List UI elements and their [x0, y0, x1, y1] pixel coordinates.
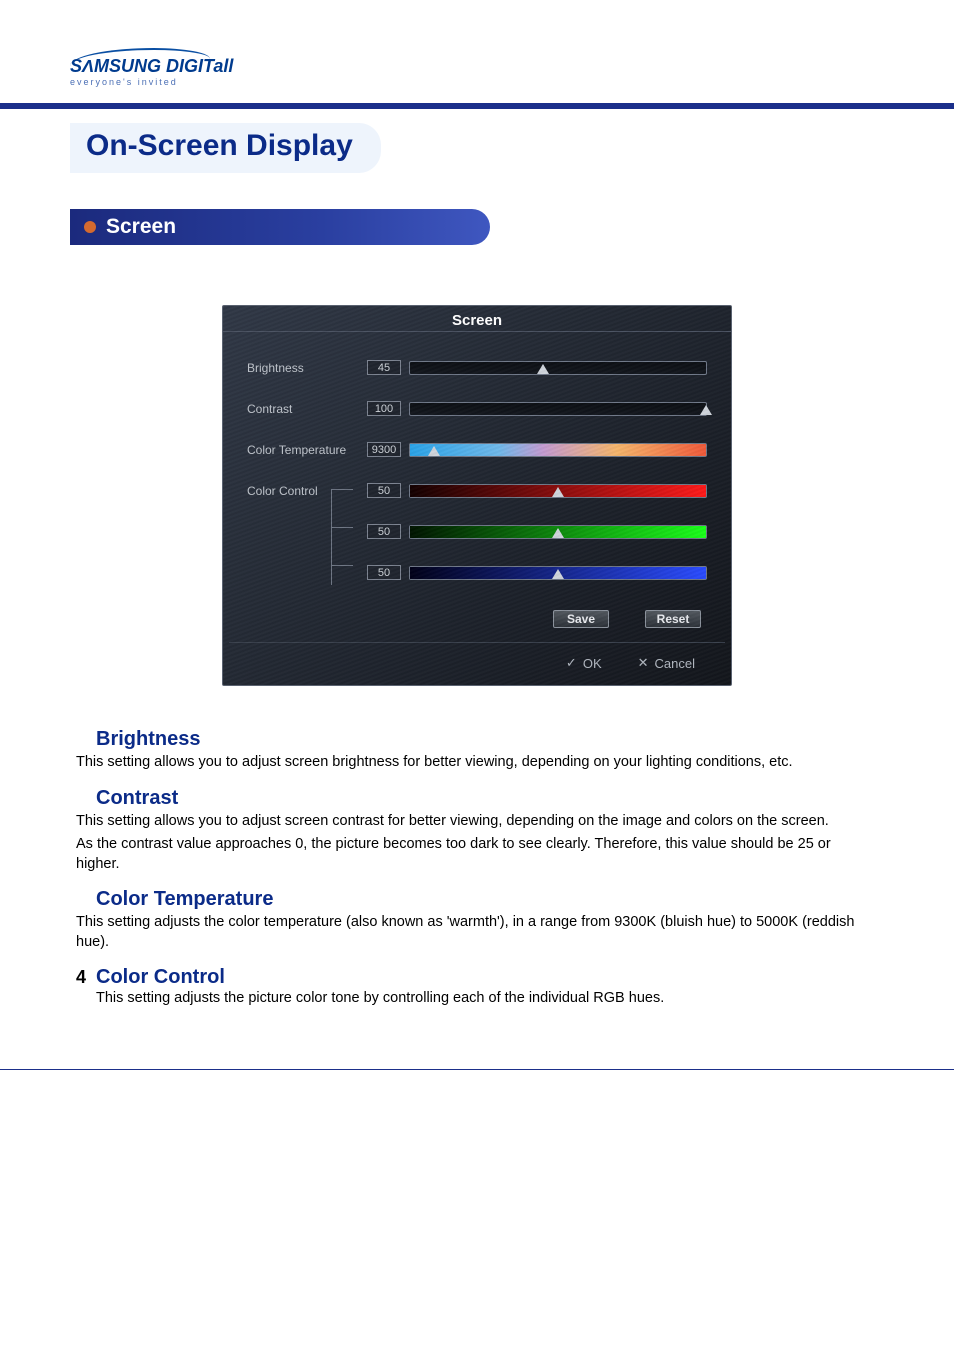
brightness-value: 45 [367, 360, 401, 375]
cc-green-slider[interactable] [409, 525, 707, 539]
close-icon: ✕ [638, 655, 649, 671]
desc-colortemp-title: Color Temperature [96, 888, 878, 911]
color-temp-value: 9300 [367, 442, 401, 457]
desc-colorcontrol-heading: 4 Color Control [76, 966, 878, 989]
contrast-label: Contrast [247, 402, 367, 416]
desc-colorcontrol-title: Color Control [96, 966, 225, 989]
contrast-slider[interactable] [409, 402, 707, 416]
page-title-pill: On-Screen Display [70, 123, 381, 173]
brand-name: SΛMSUNG DIGITall [70, 56, 884, 77]
desc-colorcontrol-text: This setting adjusts the picture color t… [96, 989, 878, 1009]
desc-contrast-p2: As the contrast value approaches 0, the … [76, 835, 878, 874]
color-temp-row: Color Temperature 9300 [223, 438, 731, 461]
ok-label: OK [583, 656, 602, 671]
brand-tagline: everyone's invited [70, 77, 884, 87]
contrast-row: Contrast 100 [223, 397, 731, 420]
color-control-group: Color Control 50 50 [223, 479, 731, 584]
contrast-value: 100 [367, 401, 401, 416]
brand-logo: SΛMSUNG DIGITall everyone's invited [70, 48, 884, 87]
ok-button[interactable]: ✓ OK [566, 655, 602, 671]
cancel-label: Cancel [655, 656, 695, 671]
section-heading-bar: Screen [70, 209, 490, 245]
desc-brightness-text: This setting allows you to adjust screen… [76, 753, 878, 773]
header-divider [0, 103, 954, 109]
descriptions: Brightness This setting allows you to ad… [70, 728, 884, 1009]
cc-red-slider[interactable] [409, 484, 707, 498]
color-control-label: Color Control [247, 484, 367, 498]
check-icon: ✓ [566, 655, 577, 671]
brightness-slider[interactable] [409, 361, 707, 375]
osd-title: Screen [223, 306, 731, 332]
desc-colorcontrol-num: 4 [76, 967, 86, 988]
cc-red-value: 50 [367, 483, 401, 498]
desc-contrast-p1: This setting allows you to adjust screen… [76, 812, 878, 832]
desc-contrast-title: Contrast [96, 787, 878, 810]
cancel-button[interactable]: ✕ Cancel [638, 655, 695, 671]
section-heading: Screen [106, 215, 176, 239]
color-control-red-row: Color Control 50 [223, 479, 731, 502]
cc-green-value: 50 [367, 524, 401, 539]
color-control-green-row: 50 [223, 520, 731, 543]
osd-panel: Screen Brightness 45 Contrast 100 Color … [222, 305, 732, 686]
reset-button[interactable]: Reset [645, 610, 701, 628]
desc-colortemp-text: This setting adjusts the color temperatu… [76, 913, 878, 952]
color-temp-label: Color Temperature [247, 443, 367, 457]
page-title: On-Screen Display [86, 129, 353, 163]
color-temp-slider[interactable] [409, 443, 707, 457]
cc-blue-value: 50 [367, 565, 401, 580]
bullet-icon [84, 221, 96, 233]
footer-divider [0, 1069, 954, 1070]
brightness-label: Brightness [247, 361, 367, 375]
desc-brightness-title: Brightness [96, 728, 878, 751]
brightness-row: Brightness 45 [223, 356, 731, 379]
cc-blue-slider[interactable] [409, 566, 707, 580]
save-button[interactable]: Save [553, 610, 609, 628]
color-control-blue-row: 50 [223, 561, 731, 584]
